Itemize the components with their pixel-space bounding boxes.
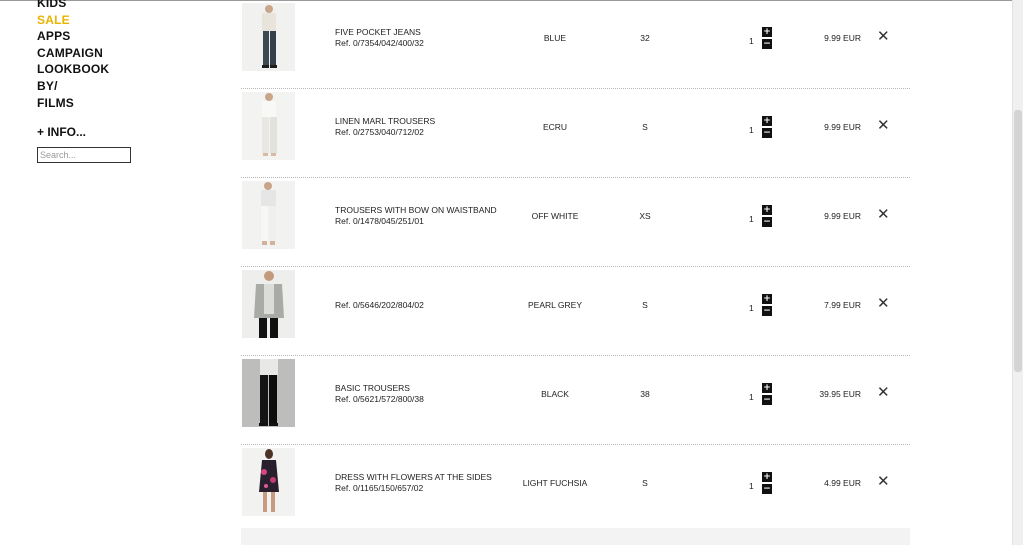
item-color: ECRU xyxy=(542,122,568,132)
nav-item-sale[interactable]: SALE xyxy=(37,12,177,29)
item-quantity: 1 xyxy=(749,125,754,135)
item-size: S xyxy=(642,122,648,132)
cart-row: Ref. 0/5646/202/804/02 PEARL GREY S 1 + … xyxy=(241,267,910,356)
remove-item-icon[interactable]: ✕ xyxy=(877,385,890,400)
search-input[interactable] xyxy=(37,147,131,164)
item-quantity: 1 xyxy=(749,36,754,46)
increase-quantity-button[interactable]: + xyxy=(762,383,772,393)
sidebar: KIDS SALE APPS CAMPAIGN LOOKBOOK BY/ FIL… xyxy=(37,0,177,164)
item-price: 9.99 EUR xyxy=(824,33,861,43)
item-price: 39.95 EUR xyxy=(819,389,861,399)
item-ref: Ref. 0/1478/045/251/01 xyxy=(335,216,424,226)
remove-item-icon[interactable]: ✕ xyxy=(877,296,890,311)
cart-row: FIVE POCKET JEANS Ref. 0/7354/042/400/32… xyxy=(241,0,910,89)
item-name[interactable]: FIVE POCKET JEANS xyxy=(335,27,515,38)
increase-quantity-button[interactable]: + xyxy=(762,294,772,304)
item-size: S xyxy=(642,478,648,488)
cart-row: DRESS WITH FLOWERS AT THE SIDES Ref. 0/1… xyxy=(241,445,910,534)
nav-item-campaign[interactable]: CAMPAIGN xyxy=(37,45,177,62)
item-color: BLUE xyxy=(543,33,567,43)
item-description: TROUSERS WITH BOW ON WAISTBAND Ref. 0/14… xyxy=(335,205,515,227)
decrease-quantity-button[interactable]: − xyxy=(762,39,772,49)
info-link[interactable]: + INFO... xyxy=(37,125,177,139)
cart-row: BASIC TROUSERS Ref. 0/5621/572/800/38 BL… xyxy=(241,356,910,445)
item-color: PEARL GREY xyxy=(527,300,582,310)
decrease-quantity-button[interactable]: − xyxy=(762,306,772,316)
quantity-stepper: + − xyxy=(762,383,772,407)
item-name[interactable]: TROUSERS WITH BOW ON WAISTBAND xyxy=(335,205,515,216)
product-thumbnail[interactable] xyxy=(242,92,295,160)
nav-item-films[interactable]: FILMS xyxy=(37,95,177,112)
item-price: 9.99 EUR xyxy=(824,211,861,221)
item-ref: Ref. 0/5621/572/800/38 xyxy=(335,394,424,404)
nav-item-apps[interactable]: APPS xyxy=(37,28,177,45)
increase-quantity-button[interactable]: + xyxy=(762,205,772,215)
item-price: 9.99 EUR xyxy=(824,122,861,132)
item-size: 38 xyxy=(640,389,650,399)
item-ref: Ref. 0/2753/040/712/02 xyxy=(335,127,424,137)
item-price: 7.99 EUR xyxy=(824,300,861,310)
item-ref: Ref. 0/7354/042/400/32 xyxy=(335,38,424,48)
item-size: S xyxy=(642,300,648,310)
item-name[interactable]: DRESS WITH FLOWERS AT THE SIDES xyxy=(335,472,515,483)
item-size: 32 xyxy=(640,33,650,43)
item-color: BLACK xyxy=(541,389,569,399)
cart-row: TROUSERS WITH BOW ON WAISTBAND Ref. 0/14… xyxy=(241,178,910,267)
remove-item-icon[interactable]: ✕ xyxy=(877,118,890,133)
cart-footer xyxy=(241,528,910,545)
item-color: LIGHT FUCHSIA xyxy=(522,478,588,488)
cart-list: FIVE POCKET JEANS Ref. 0/7354/042/400/32… xyxy=(241,0,910,534)
increase-quantity-button[interactable]: + xyxy=(762,27,772,37)
item-description: DRESS WITH FLOWERS AT THE SIDES Ref. 0/1… xyxy=(335,472,515,494)
item-description: FIVE POCKET JEANS Ref. 0/7354/042/400/32 xyxy=(335,27,515,49)
product-thumbnail[interactable] xyxy=(242,359,295,427)
item-description: LINEN MARL TROUSERS Ref. 0/2753/040/712/… xyxy=(335,116,515,138)
increase-quantity-button[interactable]: + xyxy=(762,472,772,482)
item-size: XS xyxy=(639,211,651,221)
product-thumbnail[interactable] xyxy=(242,270,295,338)
item-quantity: 1 xyxy=(749,481,754,491)
product-thumbnail[interactable] xyxy=(242,448,295,516)
quantity-stepper: + − xyxy=(762,294,772,318)
item-description: Ref. 0/5646/202/804/02 xyxy=(335,300,515,311)
nav-item-by[interactable]: BY/ xyxy=(37,78,177,95)
item-price: 4.99 EUR xyxy=(824,478,861,488)
item-ref: Ref. 0/1165/150/657/02 xyxy=(335,483,424,493)
item-quantity: 1 xyxy=(749,392,754,402)
item-ref: Ref. 0/5646/202/804/02 xyxy=(335,300,424,310)
item-name[interactable]: BASIC TROUSERS xyxy=(335,383,515,394)
decrease-quantity-button[interactable]: − xyxy=(762,217,772,227)
scrollbar-thumb[interactable] xyxy=(1014,110,1022,372)
quantity-stepper: + − xyxy=(762,116,772,140)
decrease-quantity-button[interactable]: − xyxy=(762,484,772,494)
nav-item-kids[interactable]: KIDS xyxy=(37,0,177,12)
remove-item-icon[interactable]: ✕ xyxy=(877,207,890,222)
quantity-stepper: + − xyxy=(762,472,772,496)
decrease-quantity-button[interactable]: − xyxy=(762,128,772,138)
product-thumbnail[interactable] xyxy=(242,3,295,71)
remove-item-icon[interactable]: ✕ xyxy=(877,474,890,489)
product-thumbnail[interactable] xyxy=(242,181,295,249)
quantity-stepper: + − xyxy=(762,205,772,229)
item-quantity: 1 xyxy=(749,214,754,224)
increase-quantity-button[interactable]: + xyxy=(762,116,772,126)
cart-row: LINEN MARL TROUSERS Ref. 0/2753/040/712/… xyxy=(241,89,910,178)
item-quantity: 1 xyxy=(749,303,754,313)
remove-item-icon[interactable]: ✕ xyxy=(877,29,890,44)
quantity-stepper: + − xyxy=(762,27,772,51)
nav-item-lookbook[interactable]: LOOKBOOK xyxy=(37,61,177,78)
item-name[interactable]: LINEN MARL TROUSERS xyxy=(335,116,515,127)
item-description: BASIC TROUSERS Ref. 0/5621/572/800/38 xyxy=(335,383,515,405)
vertical-scrollbar[interactable] xyxy=(1012,0,1023,545)
item-color: OFF WHITE xyxy=(531,211,579,221)
decrease-quantity-button[interactable]: − xyxy=(762,395,772,405)
